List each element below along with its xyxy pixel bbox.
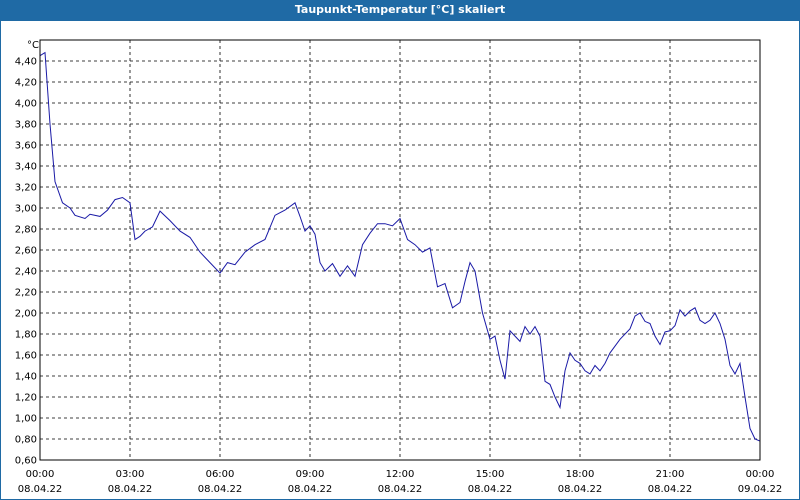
y-tick-label: 1,80 (15, 330, 37, 341)
y-tick-label: 4,00 (15, 99, 37, 110)
x-tick-time-label: 00:00 (26, 469, 55, 480)
x-tick-time-label: 18:00 (566, 469, 595, 480)
y-tick-label: 3,40 (15, 162, 37, 173)
x-tick-time-label: 00:00 (746, 469, 775, 480)
y-tick-label: 2,60 (15, 246, 37, 257)
y-tick-label: 1,60 (15, 351, 37, 362)
y-tick-label: 4,20 (15, 78, 37, 89)
x-tick-time-label: 15:00 (476, 469, 505, 480)
y-axis-unit-label: °C (27, 40, 39, 51)
x-tick-time-label: 06:00 (206, 469, 235, 480)
x-tick-date-label: 08.04.22 (648, 484, 693, 495)
gridlines (39, 40, 761, 461)
y-tick-label: 4,40 (15, 57, 37, 68)
y-tick-label: 3,20 (15, 183, 37, 194)
x-tick-date-label: 08.04.22 (378, 484, 423, 495)
x-tick-time-label: 09:00 (296, 469, 325, 480)
x-axis-ticks: 00:00 08.04.22 03:00 08.04.22 06:00 08.04.22 0… (18, 469, 783, 495)
y-tick-label: 2,20 (15, 288, 37, 299)
x-tick-date-label: 08.04.22 (288, 484, 333, 495)
x-tick-date-label: 09.04.22 (738, 484, 783, 495)
x-tick-date-label: 08.04.22 (108, 484, 153, 495)
chart-area: °C 0,60 0,80 1,00 1,20 1,40 1,60 1,80 2,00 2,20 2… (15, 39, 783, 495)
y-tick-label: 3,00 (15, 204, 37, 215)
x-tick-date-label: 08.04.22 (558, 484, 603, 495)
x-tick-date-label: 08.04.22 (198, 484, 243, 495)
y-tick-label: 1,20 (15, 393, 37, 404)
y-tick-label: 1,40 (15, 372, 37, 383)
x-tick-date-label: 08.04.22 (468, 484, 513, 495)
y-tick-label: 2,00 (15, 309, 37, 320)
y-tick-label: 0,80 (15, 435, 37, 446)
x-tick-time-label: 12:00 (386, 469, 415, 480)
y-tick-label: 3,60 (15, 141, 37, 152)
y-tick-label: 1,00 (15, 414, 37, 425)
y-tick-label: 2,40 (15, 267, 37, 278)
x-tick-time-label: 21:00 (656, 469, 685, 480)
x-tick-time-label: 03:00 (116, 469, 145, 480)
y-tick-label: 0,60 (15, 456, 37, 467)
y-axis-ticks: 0,60 0,80 1,00 1,20 1,40 1,60 1,80 2,00 2,20 2,40… (15, 57, 37, 467)
y-tick-label: 2,80 (15, 225, 37, 236)
y-tick-label: 3,80 (15, 120, 37, 131)
x-tick-date-label: 08.04.22 (18, 484, 63, 495)
